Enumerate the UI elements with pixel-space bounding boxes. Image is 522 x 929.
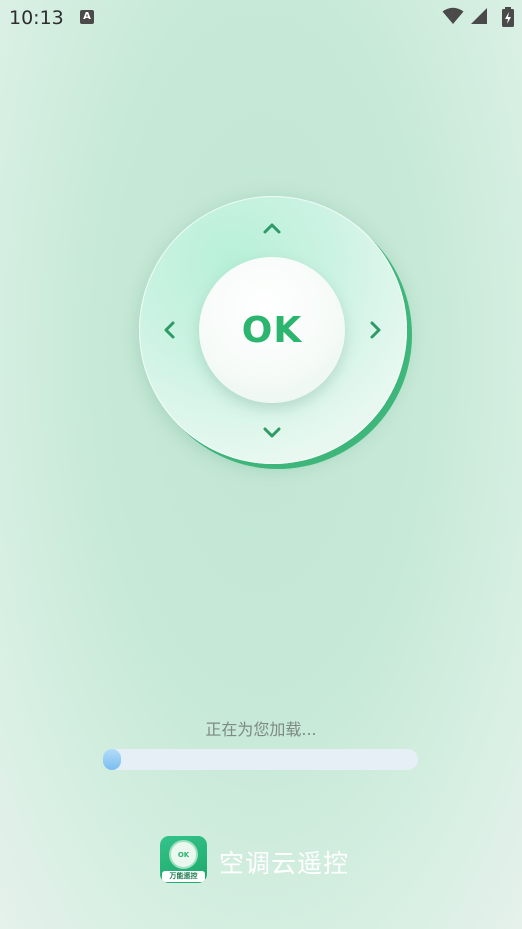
right-arrow-icon[interactable] — [364, 318, 388, 342]
status-bar: 10:13 A — [0, 0, 522, 36]
ok-label: OK — [241, 309, 303, 351]
notification-a-icon: A — [80, 10, 94, 24]
app-logo-caption: 万能遥控 — [162, 871, 205, 882]
up-arrow-icon[interactable] — [260, 216, 284, 240]
battery-charging-icon — [502, 7, 514, 27]
app-logo-ok-circle: OK — [169, 840, 198, 869]
left-arrow-icon[interactable] — [157, 318, 181, 342]
status-time: 10:13 — [9, 7, 64, 29]
app-logo-ok-label: OK — [177, 850, 190, 859]
loading-text: 正在为您加载... — [205, 720, 317, 739]
wifi-icon — [442, 7, 464, 24]
down-arrow-icon[interactable] — [260, 421, 284, 445]
app-brand: OK 万能遥控 空调云遥控 — [160, 836, 380, 884]
ok-button[interactable]: OK — [199, 257, 345, 403]
remote-control-pad: OK — [139, 196, 413, 470]
signal-icon — [471, 8, 487, 24]
loading-progress-bar — [103, 749, 418, 770]
remote-direction-ring: OK — [139, 196, 407, 464]
loading-progress-fill — [103, 749, 121, 770]
app-name: 空调云遥控 — [219, 849, 350, 878]
app-logo-icon: OK 万能遥控 — [160, 836, 207, 883]
